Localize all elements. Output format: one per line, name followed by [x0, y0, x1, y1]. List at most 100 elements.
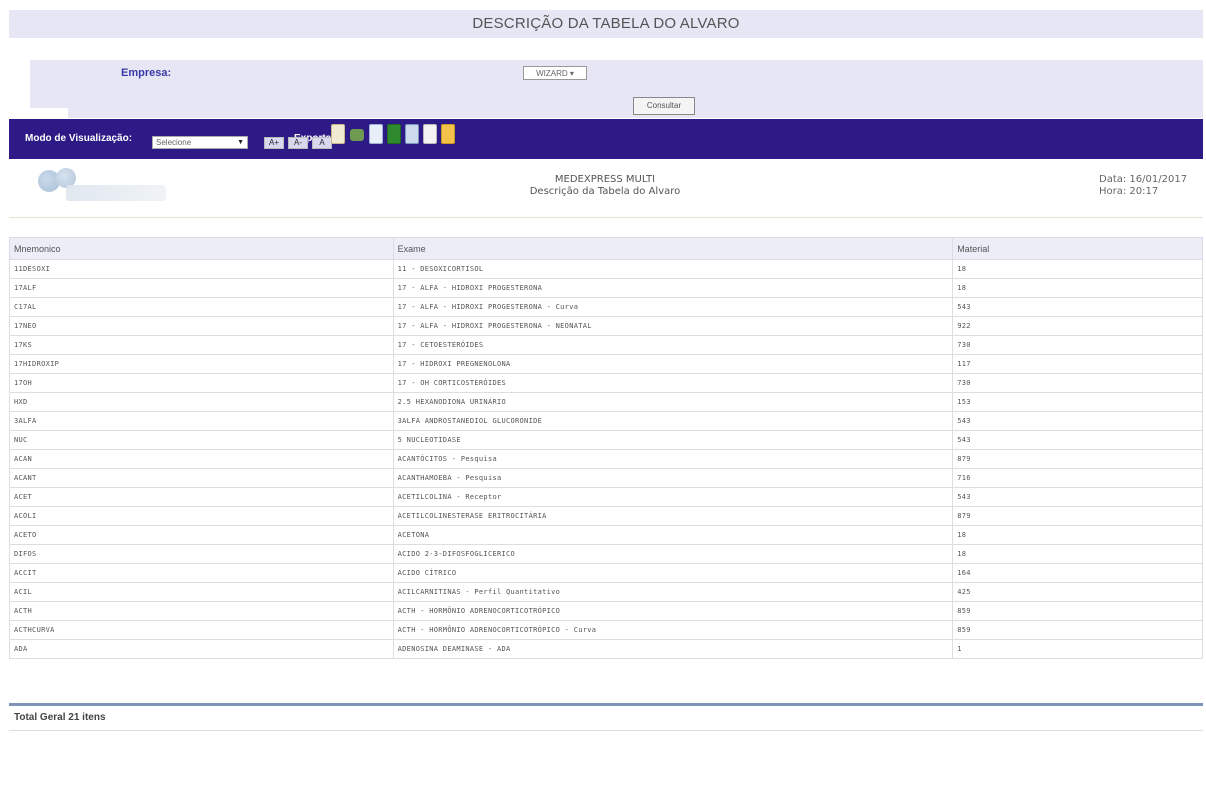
- cell-material: 153: [952, 392, 1203, 412]
- cell-material: 543: [952, 411, 1203, 431]
- table-row: ACOLI ACETILCOLINESTERASE ERITROCITÁRIA 87…: [9, 506, 1203, 526]
- table-row: ACTHCURVA ACTH - HORMÔNIO ADRENOCORTICOTR…: [9, 620, 1203, 640]
- table-row: ACANT ACANTHAMOEBA - Pesquisa 716: [9, 468, 1203, 488]
- view-mode-value: Selecione: [156, 138, 192, 147]
- excel-icon[interactable]: [387, 124, 401, 144]
- table-row: ACET ACETILCOLINA - Receptor 543: [9, 487, 1203, 507]
- cell-mnemonico: 17KS: [9, 335, 394, 355]
- html-icon[interactable]: [423, 124, 437, 144]
- cell-material: 18: [952, 278, 1203, 298]
- view-mode-select[interactable]: Selecione ▼: [152, 136, 248, 149]
- cell-mnemonico: 17HIDROXIP: [9, 354, 394, 374]
- table-row: ACAN ACANTÓCITOS - Pesquisa 879: [9, 449, 1203, 469]
- table-row: ACETO ACETONA 18: [9, 525, 1203, 545]
- cell-exame: ACETILCOLINESTERASE ERITROCITÁRIA: [392, 506, 954, 526]
- font-larger-button[interactable]: A+: [264, 137, 284, 149]
- cell-material: 859: [952, 601, 1203, 621]
- table-row: ACCIT ACIDO CÍTRICO 164: [9, 563, 1203, 583]
- cell-material: 18: [952, 525, 1203, 545]
- cell-mnemonico: 17OH: [9, 373, 394, 393]
- company-logo: [28, 165, 178, 213]
- txt-icon[interactable]: [441, 124, 455, 144]
- table-row: 17OH 17 - OH CORTICOSTERÓIDES 730: [9, 373, 1203, 393]
- cell-mnemonico: 11DESOXI: [9, 259, 394, 279]
- font-normal-button[interactable]: A: [312, 137, 332, 149]
- cell-mnemonico: ACTH: [9, 601, 394, 621]
- table-row: 11DESOXI 11 - DESOXICORTISOL 18: [9, 259, 1203, 279]
- cell-exame: ACETILCOLINA - Receptor: [392, 487, 954, 507]
- report-time: Hora: 20:17: [1099, 186, 1159, 197]
- cell-material: 859: [952, 620, 1203, 640]
- page-title: DESCRIÇÃO DA TABELA DO ALVARO: [9, 10, 1203, 38]
- cell-mnemonico: ACET: [9, 487, 394, 507]
- table-row: 17HIDROXIP 17 - HIDROXI PREGNENOLONA 117: [9, 354, 1203, 374]
- consultar-button[interactable]: Consultar: [633, 97, 695, 115]
- cell-exame: 17 - OH CORTICOSTERÓIDES: [392, 373, 954, 393]
- cell-mnemonico: C17AL: [9, 297, 394, 317]
- empresa-select[interactable]: WIZARD ▾: [523, 66, 587, 80]
- report-subtitle: Descrição da Tabela do Alvaro: [529, 186, 681, 197]
- cell-material: 425: [952, 582, 1203, 602]
- cell-mnemonico: ACANT: [9, 468, 394, 488]
- table-row: 17ALF 17 - ALFA - HIDROXI PROGESTERONA 18: [9, 278, 1203, 298]
- cell-mnemonico: ACTHCURVA: [9, 620, 394, 640]
- cell-mnemonico: ACIL: [9, 582, 394, 602]
- report-company: MEDEXPRESS MULTI: [554, 174, 656, 185]
- font-smaller-button[interactable]: A-: [288, 137, 308, 149]
- column-header-exame: Exame: [392, 237, 954, 260]
- cell-mnemonico: ACAN: [9, 449, 394, 469]
- cell-mnemonico: HXD: [9, 392, 394, 412]
- doc-icon[interactable]: [369, 124, 383, 144]
- view-mode-label: Modo de Visualização:: [25, 133, 133, 144]
- cell-material: 164: [952, 563, 1203, 583]
- cell-exame: ACTH - HORMÔNIO ADRENOCORTICOTRÓPICO: [392, 601, 954, 621]
- filter-panel-notch: [30, 108, 68, 118]
- total-label: Total Geral 21 itens: [14, 712, 106, 723]
- cell-material: 879: [952, 449, 1203, 469]
- cell-material: 716: [952, 468, 1203, 488]
- cell-material: 879: [952, 506, 1203, 526]
- table-row: ADA ADENOSINA DEAMINASE - ADA 1: [9, 639, 1203, 659]
- cell-exame: ACETONA: [392, 525, 954, 545]
- cell-mnemonico: DIFOS: [9, 544, 394, 564]
- cell-material: 543: [952, 487, 1203, 507]
- table-row: 17NEO 17 - ALFA - HIDROXI PROGESTERONA - …: [9, 316, 1203, 336]
- filter-panel: [30, 60, 1203, 118]
- cell-exame: 2.5 HEXANODIONA URINÁRIO: [392, 392, 954, 412]
- cell-exame: ACANTHAMOEBA - Pesquisa: [392, 468, 954, 488]
- cell-material: 730: [952, 335, 1203, 355]
- cell-exame: ACTH - HORMÔNIO ADRENOCORTICOTRÓPICO - C…: [392, 620, 954, 640]
- table-row: 17KS 17 - CETOESTERÓIDES 730: [9, 335, 1203, 355]
- cell-exame: 5 NUCLEOTIDASE: [392, 430, 954, 450]
- cell-mnemonico: 17ALF: [9, 278, 394, 298]
- cell-exame: ACANTÓCITOS - Pesquisa: [392, 449, 954, 469]
- table-row: DIFOS ACIDO 2-3-DIFOSFOGLICERICO 18: [9, 544, 1203, 564]
- report-date: Data: 16/01/2017: [1099, 174, 1188, 185]
- print-icon[interactable]: [350, 129, 364, 141]
- table-row: 3ALFA 3ALFA ANDROSTANEDIOL GLUCORONIDE 543: [9, 411, 1203, 431]
- cell-mnemonico: ADA: [9, 639, 394, 659]
- cell-exame: ACIDO 2-3-DIFOSFOGLICERICO: [392, 544, 954, 564]
- cell-mnemonico: NUC: [9, 430, 394, 450]
- cell-mnemonico: ACETO: [9, 525, 394, 545]
- table-row: C17AL 17 - ALFA - HIDROXI PROGESTERONA - …: [9, 297, 1203, 317]
- csv-icon[interactable]: [405, 124, 419, 144]
- report-datetime: Data: 16/01/2017 Hora: 20:17: [1099, 174, 1187, 198]
- cell-exame: 17 - HIDROXI PREGNENOLONA: [392, 354, 954, 374]
- cell-material: 18: [952, 259, 1203, 279]
- cell-exame: 11 - DESOXICORTISOL: [392, 259, 954, 279]
- table-header-row: Mnemonico Exame Material: [9, 237, 1203, 260]
- cell-exame: 17 - ALFA - HIDROXI PROGESTERONA: [392, 278, 954, 298]
- cell-exame: ADENOSINA DEAMINASE - ADA: [392, 639, 954, 659]
- footer-divider: [9, 730, 1203, 731]
- table-row: ACIL ACILCARNITINAS - Perfil Quantitativo…: [9, 582, 1203, 602]
- pdf-icon[interactable]: [331, 124, 345, 144]
- cell-exame: 17 - ALFA - HIDROXI PROGESTERONA - Curva: [392, 297, 954, 317]
- cell-exame: 17 - ALFA - HIDROXI PROGESTERONA - NEONA…: [392, 316, 954, 336]
- report-header: MEDEXPRESS MULTI Descrição da Tabela do …: [460, 174, 750, 198]
- empresa-label: Empresa:: [121, 67, 172, 79]
- cell-material: 543: [952, 430, 1203, 450]
- chevron-down-icon: ▼: [237, 139, 244, 146]
- cell-material: 18: [952, 544, 1203, 564]
- column-header-mnemonico: Mnemonico: [9, 237, 394, 260]
